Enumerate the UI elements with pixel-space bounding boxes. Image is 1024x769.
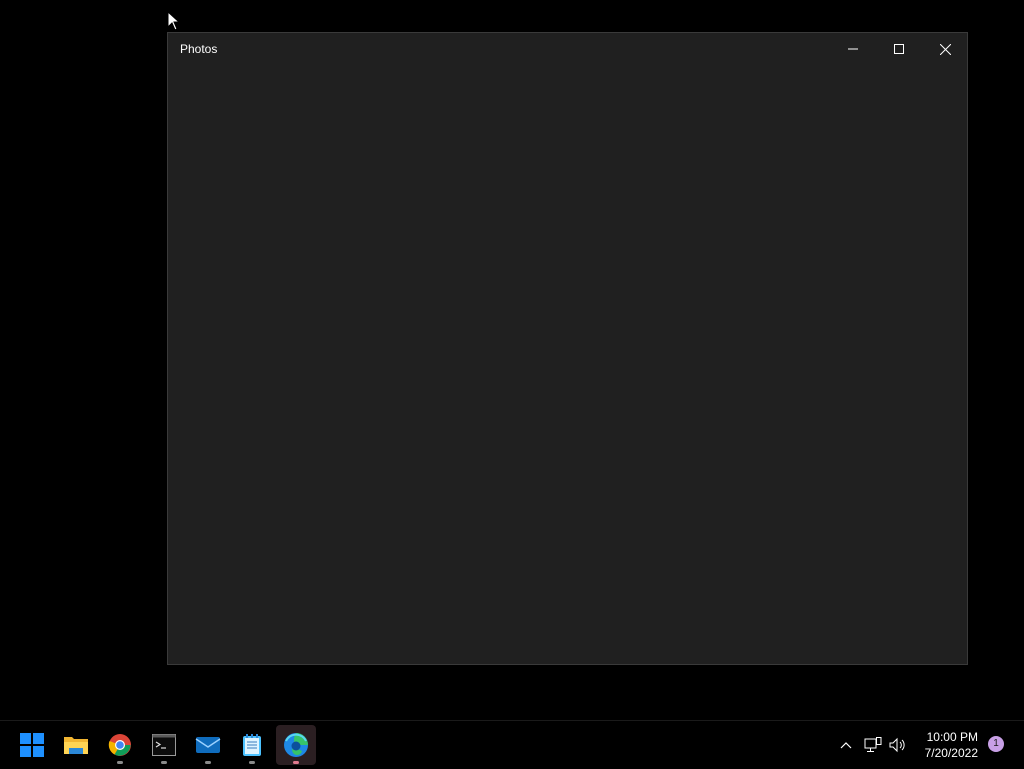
notepad-icon [243, 734, 261, 756]
running-indicator [161, 761, 167, 764]
close-button[interactable] [922, 33, 968, 65]
window-content [168, 65, 967, 664]
minimize-icon [848, 48, 858, 50]
volume-icon [889, 737, 905, 753]
start-button[interactable] [12, 725, 52, 765]
terminal-icon [152, 734, 176, 756]
photos-window[interactable]: Photos [167, 32, 968, 665]
clock-button[interactable]: 10:00 PM 7/20/2022 [912, 729, 978, 761]
taskbar-edge[interactable] [276, 725, 316, 765]
chrome-icon [108, 734, 131, 756]
clock-date: 7/20/2022 [924, 746, 978, 760]
show-hidden-icons-button[interactable] [836, 721, 856, 769]
window-title: Photos [180, 42, 218, 56]
close-icon [939, 43, 951, 55]
mouse-cursor-icon [167, 11, 181, 31]
taskbar-notepad[interactable] [232, 725, 272, 765]
running-indicator [249, 761, 255, 764]
maximize-icon [894, 44, 904, 54]
taskbar-chrome[interactable] [100, 725, 140, 765]
windows-logo-icon [20, 733, 44, 757]
volume-button[interactable] [886, 721, 910, 769]
taskbar-file-explorer[interactable] [56, 725, 96, 765]
running-indicator [293, 761, 299, 764]
clock-time: 10:00 PM [926, 730, 978, 744]
mail-icon [195, 737, 221, 753]
title-bar[interactable]: Photos [168, 33, 967, 65]
network-button[interactable] [862, 721, 884, 769]
folder-icon [64, 737, 88, 754]
taskbar: 10:00 PM 7/20/2022 [0, 720, 1024, 768]
running-indicator [205, 761, 211, 764]
chevron-up-icon [840, 742, 852, 749]
notification-badge[interactable]: 1 [988, 736, 1004, 752]
taskbar-terminal[interactable] [144, 725, 184, 765]
minimize-button[interactable] [830, 33, 876, 65]
running-indicator [117, 761, 123, 764]
network-icon [864, 737, 882, 752]
edge-icon [284, 733, 308, 757]
maximize-button[interactable] [876, 33, 922, 65]
taskbar-mail[interactable] [188, 725, 228, 765]
